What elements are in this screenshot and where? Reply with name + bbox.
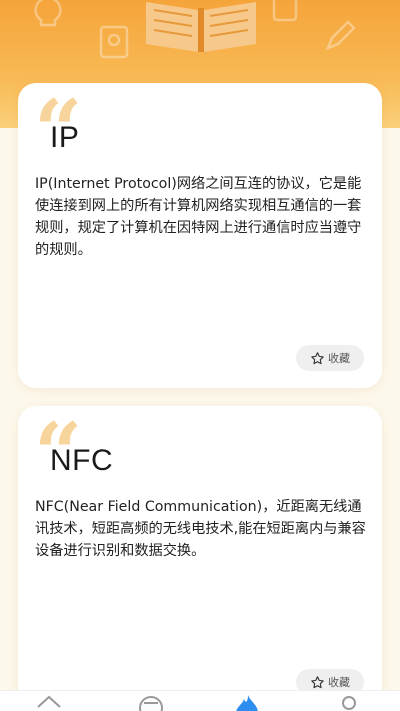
discover-icon[interactable]: [136, 693, 166, 711]
term-list[interactable]: “ IP IP(Internet Protocol)网络之间互连的协议，它是能使…: [0, 0, 400, 711]
flame-icon[interactable]: [232, 693, 262, 711]
star-icon: [311, 351, 324, 364]
term-description: NFC(Near Field Communication)，近距离无线通讯技术，…: [35, 499, 366, 559]
favorite-label: 收藏: [328, 352, 350, 365]
bottom-nav: [0, 690, 400, 711]
term-card[interactable]: “ IP IP(Internet Protocol)网络之间互连的协议，它是能使…: [18, 83, 382, 388]
profile-icon[interactable]: [334, 693, 364, 711]
home-icon[interactable]: [34, 693, 64, 711]
favorite-label: 收藏: [328, 676, 350, 689]
term-card[interactable]: “ NFC NFC(Near Field Communication)，近距离无…: [18, 406, 382, 706]
term-title: NFC: [50, 444, 114, 477]
term-title: IP: [50, 121, 80, 154]
favorite-button[interactable]: 收藏: [296, 345, 364, 371]
star-icon: [311, 675, 324, 688]
term-description: IP(Internet Protocol)网络之间互连的协议，它是能使连接到网上…: [35, 176, 362, 258]
